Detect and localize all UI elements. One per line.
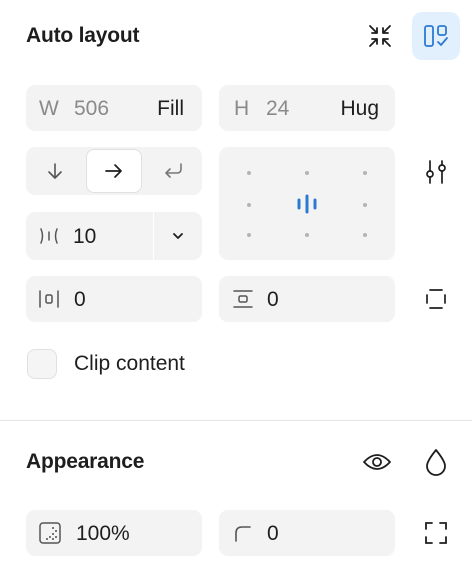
opacity-icon (39, 522, 61, 544)
align-bottom-center[interactable] (305, 233, 309, 237)
align-middle-center-selected[interactable] (295, 193, 319, 215)
wrap-arrow-icon (165, 163, 182, 178)
layout-guide-icon (424, 25, 448, 47)
height-value[interactable]: 24 (266, 97, 289, 121)
vertical-padding-icon (233, 290, 253, 308)
clip-content-checkbox[interactable] (27, 349, 57, 379)
direction-horizontal-button[interactable] (86, 149, 142, 193)
layout-guide-button[interactable] (412, 12, 460, 60)
direction-wrap-button[interactable] (144, 147, 202, 195)
align-center-bars-icon (297, 194, 317, 214)
vertical-padding-field[interactable]: 0 (219, 276, 395, 322)
align-bottom-left[interactable] (247, 233, 251, 237)
corner-radius-field[interactable]: 0 (219, 510, 395, 556)
width-label: W (39, 97, 59, 120)
collapse-arrows-icon (369, 25, 391, 47)
horizontal-padding-value[interactable]: 0 (74, 288, 86, 312)
vertical-padding-value[interactable]: 0 (267, 288, 279, 312)
individual-corners-button[interactable] (412, 509, 460, 557)
align-top-right[interactable] (363, 171, 367, 175)
collapse-auto-layout-button[interactable] (356, 12, 404, 60)
advanced-layout-settings-button[interactable] (412, 148, 460, 196)
horizontal-padding-icon (39, 290, 59, 308)
eye-icon (363, 454, 391, 470)
alignment-grid[interactable] (219, 147, 395, 260)
align-top-center[interactable] (305, 171, 309, 175)
section-divider (0, 420, 472, 421)
corner-radius-value[interactable]: 0 (267, 522, 279, 546)
corners-icon (425, 522, 447, 544)
gap-horizontal-icon (40, 228, 58, 244)
auto-layout-title: Auto layout (26, 24, 140, 47)
opacity-value[interactable]: 100% (76, 522, 130, 546)
opacity-field[interactable]: 100% (26, 510, 202, 556)
align-top-left[interactable] (247, 171, 251, 175)
height-mode-dropdown[interactable]: Hug (340, 97, 379, 121)
clip-content-label[interactable]: Clip content (74, 352, 185, 376)
appearance-title: Appearance (26, 450, 145, 473)
horizontal-padding-field[interactable]: 0 (26, 276, 202, 322)
gap-value[interactable]: 10 (73, 225, 96, 249)
sliders-icon (426, 160, 446, 184)
droplet-icon (426, 449, 446, 476)
align-bottom-right[interactable] (363, 233, 367, 237)
width-mode-dropdown[interactable]: Fill (157, 97, 184, 121)
align-middle-right[interactable] (363, 203, 367, 207)
align-middle-left[interactable] (247, 203, 251, 207)
blend-mode-button[interactable] (412, 438, 460, 486)
width-field[interactable]: W 506 Fill (26, 85, 202, 131)
direction-segmented-control (26, 147, 202, 195)
corner-radius-icon (235, 526, 251, 542)
arrow-down-icon (48, 163, 62, 179)
arrow-right-icon (105, 164, 122, 178)
width-value[interactable]: 506 (74, 97, 109, 121)
padding-sides-icon (426, 289, 446, 309)
gap-dropdown-button[interactable] (154, 212, 202, 260)
toggle-visibility-button[interactable] (353, 438, 401, 486)
height-field[interactable]: H 24 Hug (219, 85, 395, 131)
height-label: H (234, 97, 250, 120)
chevron-down-icon (173, 233, 183, 239)
gap-field[interactable]: 10 (26, 212, 202, 260)
direction-vertical-button[interactable] (26, 147, 84, 195)
individual-padding-button[interactable] (412, 275, 460, 323)
